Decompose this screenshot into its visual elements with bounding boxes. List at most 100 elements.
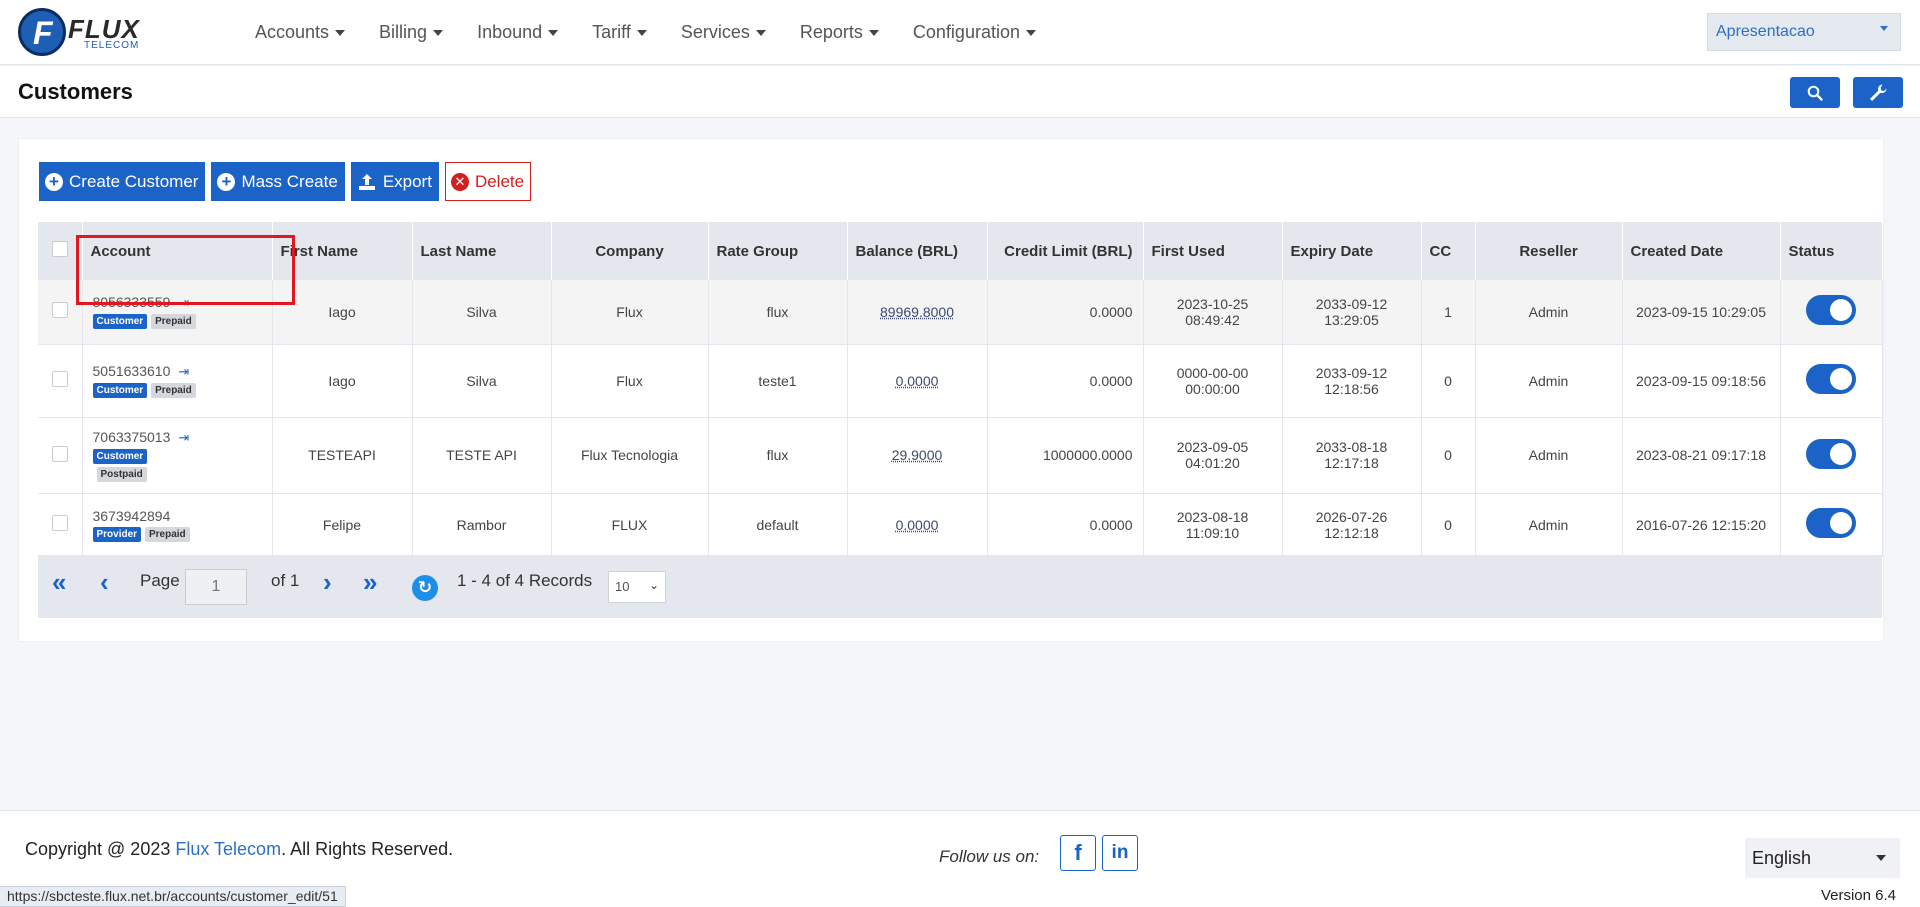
balance-link[interactable]: 0.0000 bbox=[896, 517, 939, 533]
first-used-cell: 0000-00-00 00:00:00 bbox=[1143, 344, 1283, 418]
col-created-date[interactable]: Created Date bbox=[1622, 222, 1781, 280]
status-toggle[interactable] bbox=[1806, 364, 1856, 394]
col-first-used[interactable]: First Used bbox=[1143, 222, 1283, 280]
row-checkbox[interactable] bbox=[51, 445, 68, 462]
first-used-cell: 2023-10-25 08:49:42 bbox=[1143, 280, 1283, 345]
first-name-cell: Felipe bbox=[272, 493, 413, 557]
first-page-icon[interactable]: « bbox=[52, 567, 66, 598]
settings-button[interactable] bbox=[1853, 77, 1903, 108]
col-account[interactable]: Account bbox=[82, 222, 273, 280]
search-button[interactable] bbox=[1790, 77, 1840, 108]
last-name-cell: Rambor bbox=[412, 493, 552, 557]
nav-accounts[interactable]: Accounts bbox=[255, 22, 346, 43]
table-row[interactable]: 7063375013 ⇥ Customer Postpaid TESTEAPI T… bbox=[38, 417, 1883, 494]
account-cell: 5051633610 ⇥ Customer Prepaid bbox=[82, 344, 273, 418]
balance-link[interactable]: 0.0000 bbox=[896, 373, 939, 389]
table-header-row: Account First Name Last Name Company Rat… bbox=[38, 222, 1883, 280]
account-selector[interactable]: Apresentacao bbox=[1707, 13, 1901, 51]
status-toggle[interactable] bbox=[1806, 508, 1856, 538]
col-expiry-date[interactable]: Expiry Date bbox=[1282, 222, 1422, 280]
logo-circle-icon: F bbox=[18, 8, 66, 56]
status-toggle[interactable] bbox=[1806, 295, 1856, 326]
row-select-cell bbox=[38, 344, 83, 418]
col-reseller[interactable]: Reseller bbox=[1475, 222, 1623, 280]
row-checkbox[interactable] bbox=[51, 515, 68, 531]
page-number-input[interactable]: 1 bbox=[185, 569, 247, 605]
upload-icon bbox=[358, 173, 375, 190]
caret-down-icon bbox=[1876, 855, 1886, 861]
flux-telecom-link[interactable]: Flux Telecom bbox=[175, 839, 281, 859]
language-select[interactable]: English bbox=[1745, 838, 1900, 878]
next-page-icon[interactable]: › bbox=[323, 567, 332, 598]
rate-group-cell: flux bbox=[708, 280, 848, 345]
col-last-name[interactable]: Last Name bbox=[412, 222, 552, 280]
expiry-date-cell: 2026-07-26 12:12:18 bbox=[1282, 493, 1422, 557]
page-title: Customers bbox=[18, 79, 133, 104]
row-checkbox[interactable] bbox=[51, 371, 68, 387]
delete-button[interactable]: ✕ Delete bbox=[444, 162, 532, 201]
reseller-cell: Admin bbox=[1475, 344, 1623, 418]
account-link[interactable]: 5051633610 bbox=[93, 363, 171, 379]
chevron-down-icon: ⌄ bbox=[648, 578, 659, 592]
company-cell: FLUX bbox=[551, 493, 709, 557]
cc-cell: 0 bbox=[1421, 417, 1476, 494]
col-first-name[interactable]: First Name bbox=[272, 222, 413, 280]
cc-cell: 1 bbox=[1421, 280, 1476, 345]
last-name-cell: TESTE API bbox=[412, 417, 552, 494]
mass-create-button[interactable]: + Mass Create bbox=[211, 162, 345, 201]
first-used-cell: 2023-09-05 04:01:20 bbox=[1143, 417, 1283, 494]
account-link[interactable]: 3673942894 bbox=[93, 508, 171, 524]
prev-page-icon[interactable]: ‹ bbox=[100, 567, 109, 598]
plus-circle-icon: + bbox=[45, 172, 63, 191]
last-name-cell: Silva bbox=[412, 344, 552, 418]
col-status[interactable]: Status bbox=[1780, 222, 1883, 280]
login-icon[interactable]: ⇥ bbox=[178, 364, 189, 379]
caret-down-icon bbox=[636, 29, 647, 36]
credit-limit-cell: 0.0000 bbox=[987, 493, 1144, 557]
export-button[interactable]: Export bbox=[350, 162, 439, 201]
type-badge: Customer bbox=[92, 314, 148, 330]
row-select-cell bbox=[38, 417, 83, 494]
account-link[interactable]: 7063375013 bbox=[93, 429, 171, 445]
table-row[interactable]: 5051633610 ⇥ Customer Prepaid Iago Silva … bbox=[38, 344, 1883, 418]
nav-billing[interactable]: Billing bbox=[379, 22, 444, 43]
table-row[interactable]: 3673942894 Provider Prepaid Felipe Rambo… bbox=[38, 493, 1883, 557]
status-toggle[interactable] bbox=[1806, 438, 1856, 469]
close-circle-icon: ✕ bbox=[450, 172, 469, 191]
refresh-icon[interactable]: ↻ bbox=[412, 575, 438, 601]
col-rate-group[interactable]: Rate Group bbox=[708, 222, 848, 280]
balance-link[interactable]: 29.9000 bbox=[892, 447, 943, 463]
create-customer-button[interactable]: + Create Customer bbox=[39, 162, 206, 201]
type-badge: Customer bbox=[92, 383, 148, 398]
col-company[interactable]: Company bbox=[551, 222, 709, 280]
nav-configuration[interactable]: Configuration bbox=[913, 22, 1036, 43]
nav-inbound[interactable]: Inbound bbox=[477, 22, 559, 43]
row-checkbox[interactable] bbox=[51, 302, 68, 319]
select-all-checkbox[interactable] bbox=[51, 241, 68, 257]
col-balance[interactable]: Balance (BRL) bbox=[847, 222, 988, 280]
action-toolbar: + Create Customer + Mass Create Export ✕ De… bbox=[39, 162, 532, 201]
last-page-icon[interactable]: » bbox=[363, 567, 377, 598]
customers-table: Account First Name Last Name Company Rat… bbox=[38, 222, 1883, 557]
type-badge: Customer bbox=[92, 448, 148, 464]
linkedin-icon[interactable]: in bbox=[1102, 835, 1138, 871]
per-page-select[interactable]: 10 ⌄ bbox=[608, 571, 666, 603]
search-icon bbox=[1807, 85, 1823, 101]
nav-reports[interactable]: Reports bbox=[800, 22, 879, 43]
status-cell bbox=[1780, 417, 1883, 494]
col-cc[interactable]: CC bbox=[1421, 222, 1476, 280]
credit-limit-cell: 0.0000 bbox=[987, 344, 1144, 418]
balance-link[interactable]: 89969.8000 bbox=[880, 304, 954, 320]
nav-tariff[interactable]: Tariff bbox=[592, 22, 647, 43]
login-icon[interactable]: ⇥ bbox=[178, 430, 189, 445]
facebook-icon[interactable]: f bbox=[1060, 835, 1096, 871]
plus-circle-icon: + bbox=[217, 172, 236, 191]
account-link[interactable]: 8056333559 bbox=[93, 294, 171, 310]
top-navbar: F FLUX TELECOM Accounts Billing Inbound … bbox=[0, 0, 1920, 65]
nav-services[interactable]: Services bbox=[681, 22, 766, 43]
login-icon[interactable]: ⇥ bbox=[178, 295, 189, 310]
col-credit-limit[interactable]: Credit Limit (BRL) bbox=[987, 222, 1144, 280]
table-row[interactable]: 8056333559 ⇥ Customer Prepaid Iago Silva … bbox=[38, 280, 1883, 345]
rate-group-cell: teste1 bbox=[708, 344, 848, 418]
flux-telecom-logo[interactable]: F FLUX TELECOM bbox=[18, 8, 148, 58]
